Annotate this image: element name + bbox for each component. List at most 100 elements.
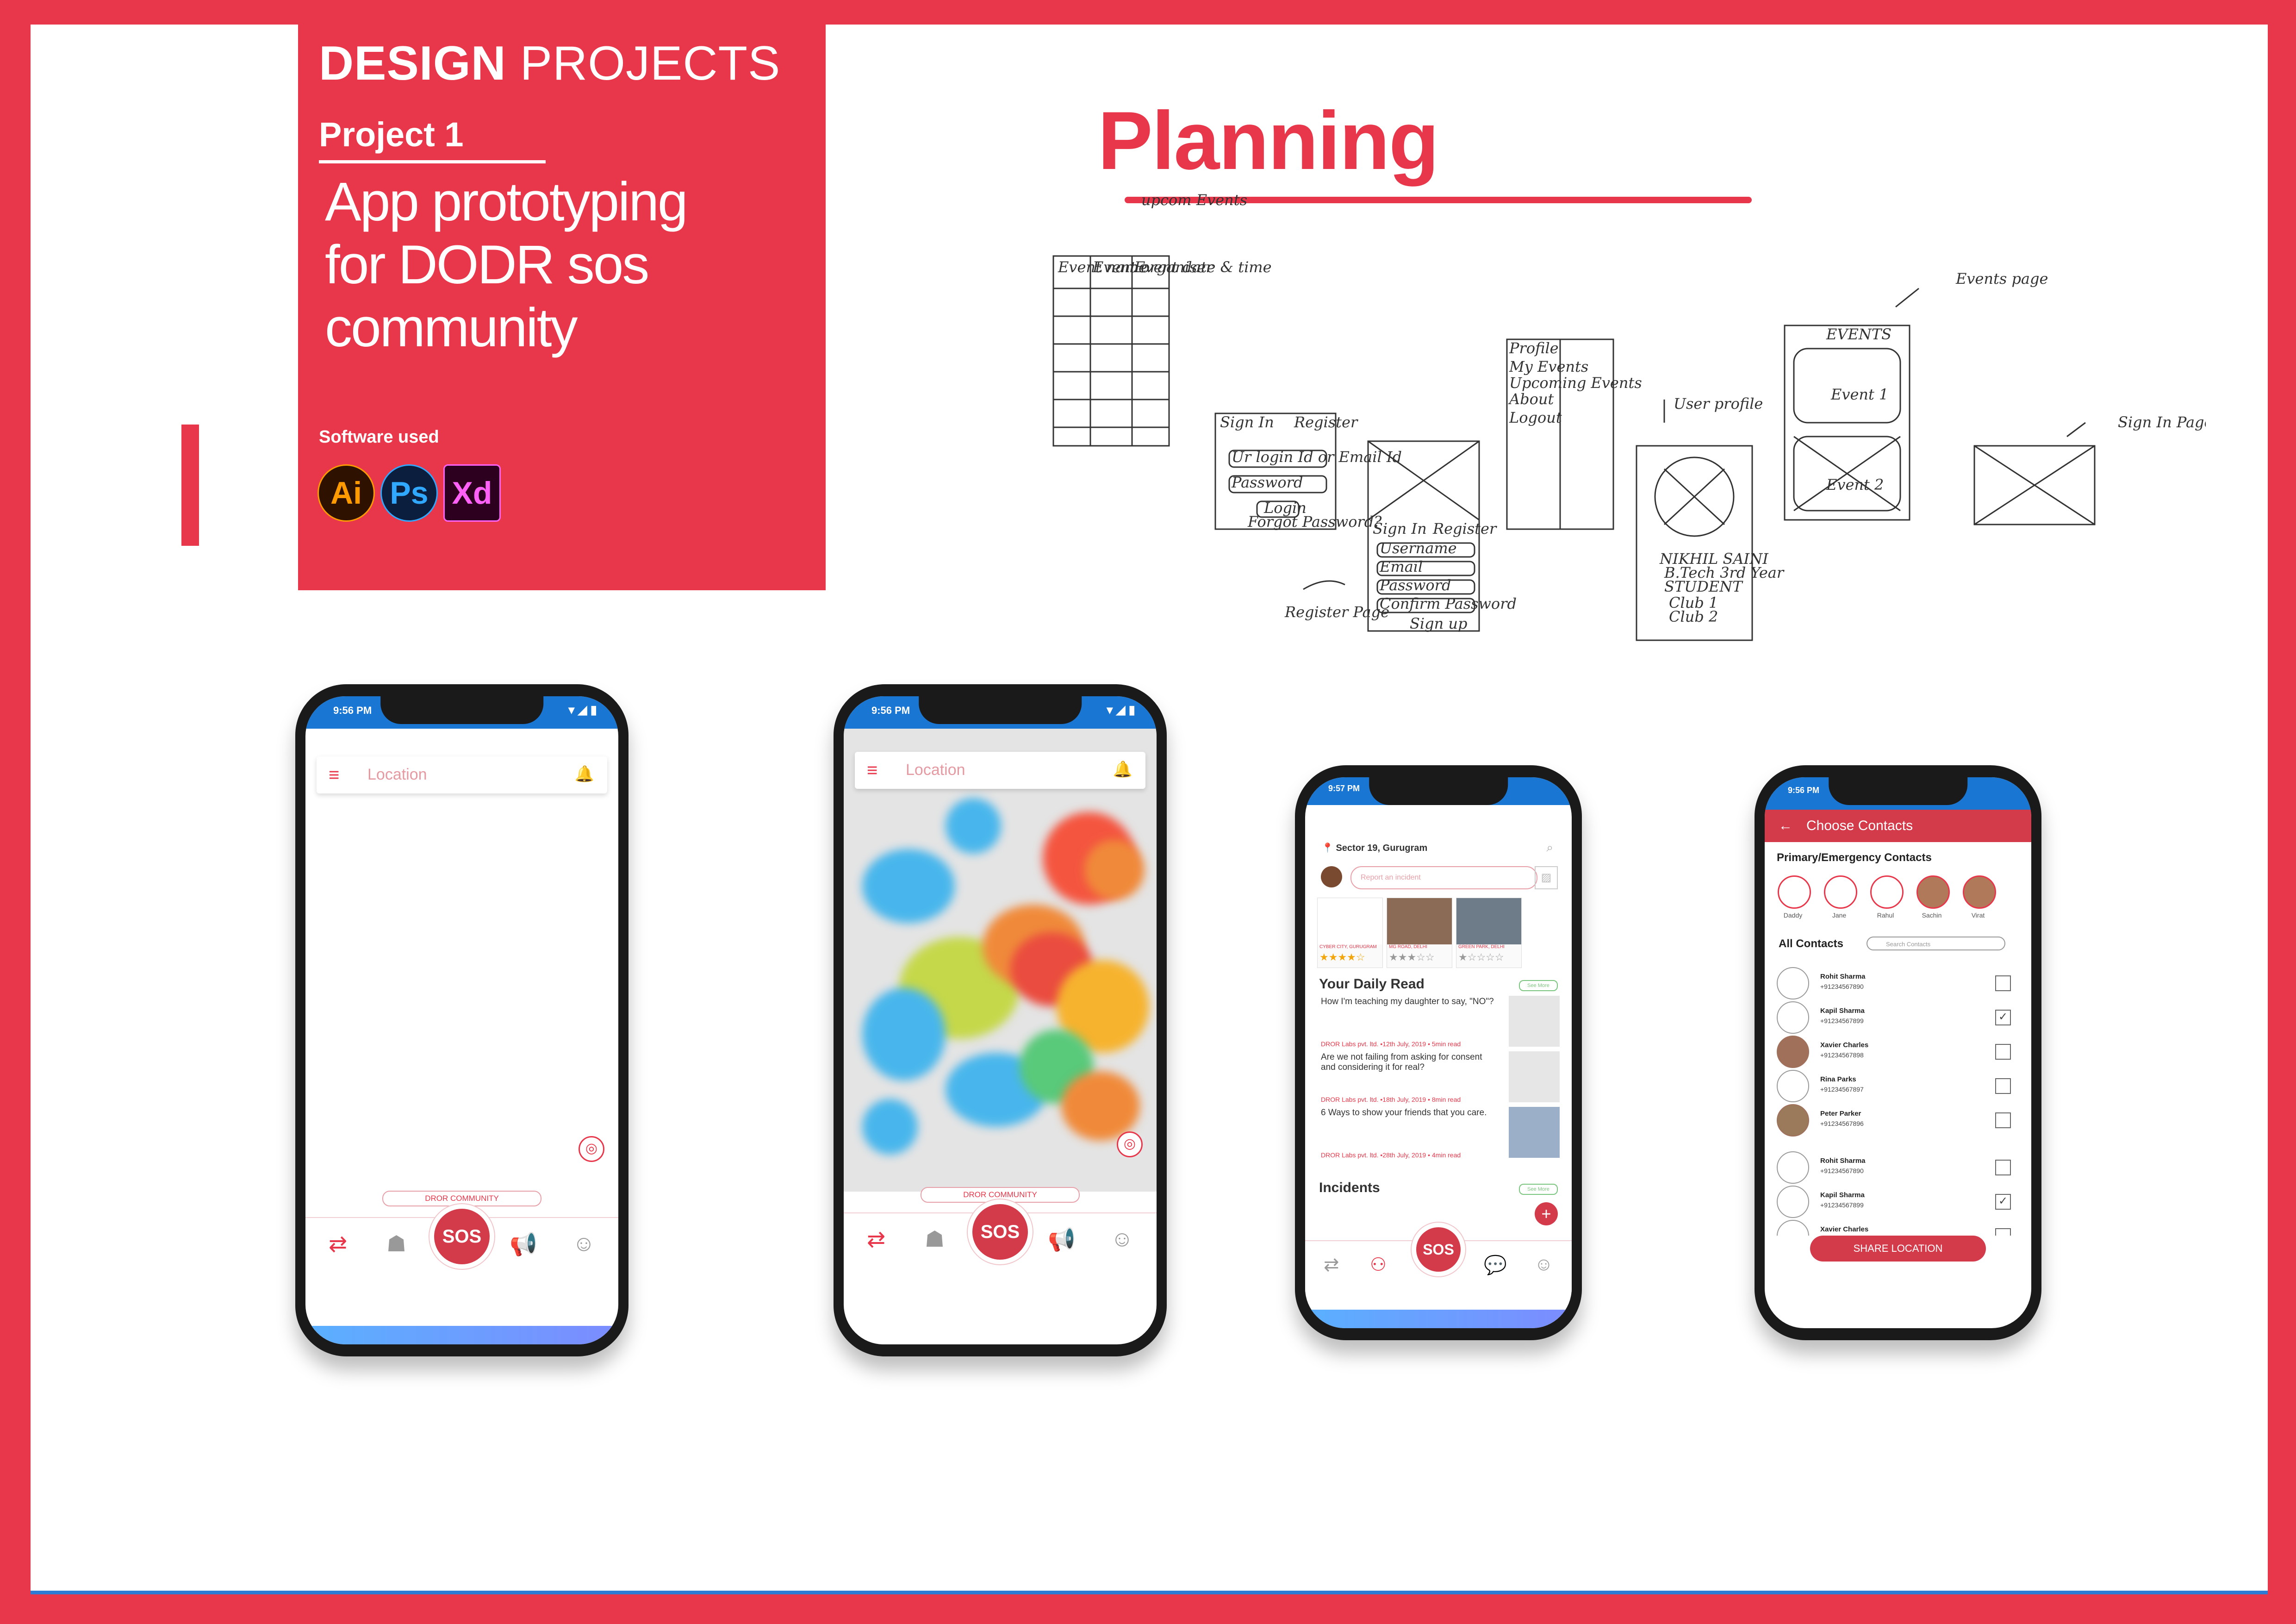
community-icon[interactable]: ☗ bbox=[386, 1231, 406, 1257]
phone-notch bbox=[1829, 777, 1967, 805]
route-icon[interactable]: ⇄ bbox=[867, 1226, 885, 1252]
svg-text:Event 2: Event 2 bbox=[1826, 476, 1884, 493]
svg-text:Ur login Id or Email Id: Ur login Id or Email Id bbox=[1232, 448, 1402, 466]
search-contacts-input[interactable]: Search Contacts bbox=[1867, 937, 2005, 950]
locate-me-icon[interactable]: ◎ bbox=[579, 1136, 604, 1162]
location-search-bar[interactable]: ≡ Location 🔔 bbox=[317, 756, 607, 793]
phone-mockup-contacts: 9:56 PM ← Choose Contacts Primary/Emerge… bbox=[1755, 765, 2041, 1340]
sos-button[interactable]: SOS bbox=[972, 1204, 1028, 1260]
contact-row[interactable]: Kapil Sharma +91234567899 ✓ bbox=[1777, 1186, 2019, 1218]
contact-checkbox[interactable] bbox=[1995, 1112, 2011, 1128]
project-label: Project 1 bbox=[319, 115, 464, 154]
article-thumbnail bbox=[1509, 996, 1560, 1047]
note-upcoming-events: upcom Events bbox=[1141, 191, 1247, 209]
route-icon[interactable]: ⇄ bbox=[329, 1231, 347, 1257]
area-rating-card[interactable]: MG ROAD, DELHI ★★★☆☆ bbox=[1387, 898, 1452, 968]
add-incident-button[interactable]: + bbox=[1535, 1202, 1558, 1225]
back-arrow-icon[interactable]: ← bbox=[1779, 818, 1792, 834]
svg-text:Register: Register bbox=[1294, 413, 1358, 431]
see-more-button[interactable]: See More bbox=[1519, 1184, 1558, 1195]
contact-checkbox[interactable] bbox=[1995, 1160, 2011, 1175]
contact-row[interactable]: Kapil Sharma +91234567899 ✓ bbox=[1777, 1001, 2019, 1034]
bell-icon[interactable]: 🔔 bbox=[1113, 760, 1132, 779]
profile-icon[interactable]: ☺ bbox=[1534, 1254, 1553, 1275]
wireframe-sketches: upcom Events Events page User profile Si… bbox=[1052, 191, 2206, 641]
article-title[interactable]: How I'm teaching my daughter to say, "NO… bbox=[1321, 997, 1497, 1007]
svg-text:Password: Password bbox=[1379, 576, 1451, 594]
planning-title: Planning bbox=[1098, 94, 1439, 187]
image-upload-icon[interactable]: ▨ bbox=[1535, 866, 1558, 889]
article-thumbnail bbox=[1509, 1107, 1560, 1158]
svg-text:Email: Email bbox=[1379, 558, 1423, 575]
area-rating-card[interactable]: GREEN PARK, DELHI ★☆☆☆☆ bbox=[1456, 898, 1522, 968]
area-rating-card[interactable]: CYBER CITY, GURUGRAM ★★★★☆ bbox=[1317, 898, 1383, 968]
svg-text:Confirm Password: Confirm Password bbox=[1380, 595, 1517, 612]
primary-contact-name: Sachin bbox=[1922, 912, 1942, 919]
contact-row[interactable]: Xavier Charles bbox=[1777, 1220, 2019, 1236]
contact-row[interactable]: Rina Parks +91234567897 bbox=[1777, 1070, 2019, 1102]
bottom-nav: ⇄ ☗ SOS 📢 ☺ bbox=[305, 1209, 618, 1278]
contact-checkbox[interactable]: ✓ bbox=[1995, 1010, 2011, 1025]
profile-icon[interactable]: ☺ bbox=[572, 1231, 595, 1256]
report-incident-input[interactable]: Report an incident bbox=[1350, 866, 1537, 889]
menu-icon[interactable]: ≡ bbox=[867, 760, 877, 781]
locate-me-icon[interactable]: ◎ bbox=[1117, 1131, 1143, 1157]
contact-row[interactable]: Peter Parker +91234567896 bbox=[1777, 1104, 2019, 1137]
primary-contacts-title: Primary/Emergency Contacts bbox=[1777, 851, 1932, 864]
avatar[interactable] bbox=[1321, 866, 1342, 887]
location-placeholder: Location bbox=[367, 766, 427, 783]
article-title[interactable]: 6 Ways to show your friends that you car… bbox=[1321, 1108, 1497, 1118]
contact-checkbox[interactable] bbox=[1995, 1078, 2011, 1094]
contact-checkbox[interactable] bbox=[1995, 1228, 2011, 1236]
phone-screen: 9:56 PM ← Choose Contacts Primary/Emerge… bbox=[1765, 777, 2031, 1328]
contact-row[interactable]: Rohit Sharma +91234567890 bbox=[1777, 967, 2019, 999]
community-icon[interactable]: ☗ bbox=[925, 1226, 945, 1252]
contact-checkbox[interactable] bbox=[1995, 975, 2011, 991]
svg-text:Sign In: Sign In bbox=[1373, 520, 1427, 537]
menu-icon[interactable]: ≡ bbox=[329, 765, 339, 786]
current-location[interactable]: 📍 Sector 19, Gurugram bbox=[1322, 842, 1427, 854]
phone-screen: 9:57 PM 📍 Sector 19, Gurugram ⌕ Report a… bbox=[1305, 777, 1572, 1328]
see-more-button[interactable]: See More bbox=[1519, 980, 1558, 991]
incidents-title: Incidents bbox=[1319, 1180, 1380, 1195]
route-icon[interactable]: ⇄ bbox=[1324, 1254, 1339, 1275]
phone-mockup-home: 9:56 PM ▾ ◢ ▮ ≡ Location 🔔 ◎ DROR COMMUNI… bbox=[295, 684, 628, 1356]
svg-text:Logout: Logout bbox=[1509, 409, 1562, 426]
search-icon[interactable]: ⌕ bbox=[1546, 840, 1553, 855]
primary-contact-avatar[interactable] bbox=[1870, 875, 1904, 909]
contact-checkbox[interactable]: ✓ bbox=[1995, 1194, 2011, 1210]
contact-checkbox[interactable] bbox=[1995, 1044, 2011, 1060]
heatmap[interactable] bbox=[844, 729, 1157, 1192]
app-bar: ← Choose Contacts bbox=[1765, 810, 2031, 842]
community-icon[interactable]: ⚇ bbox=[1370, 1254, 1387, 1275]
article-title[interactable]: Are we not failing from asking for conse… bbox=[1321, 1052, 1497, 1073]
primary-contact-avatar[interactable] bbox=[1824, 875, 1857, 909]
contact-row[interactable]: Xavier Charles +91234567898 bbox=[1777, 1036, 2019, 1068]
sos-button[interactable]: SOS bbox=[1416, 1227, 1461, 1272]
svg-text:STUDENT: STUDENT bbox=[1664, 578, 1743, 595]
sos-button[interactable]: SOS bbox=[434, 1209, 490, 1264]
svg-text:Event date & time: Event date & time bbox=[1134, 258, 1272, 276]
status-icons: ▾ ◢ ▮ bbox=[568, 703, 597, 717]
phone-mockup-heatmap: 9:56 PM ▾ ◢ ▮ ≡ Location 🔔 ◎ DROR COMMUNI… bbox=[834, 684, 1167, 1356]
phone-mockup-feed: 9:57 PM 📍 Sector 19, Gurugram ⌕ Report a… bbox=[1295, 765, 1582, 1340]
all-contacts-title: All Contacts bbox=[1779, 937, 1844, 950]
share-location-button[interactable]: SHARE LOCATION bbox=[1810, 1236, 1986, 1262]
primary-contact-avatar[interactable] bbox=[1963, 875, 1996, 909]
chat-icon[interactable]: 💬 bbox=[1484, 1254, 1507, 1276]
svg-text:Forgot Password?: Forgot Password? bbox=[1247, 513, 1382, 531]
location-search-bar[interactable]: ≡ Location 🔔 bbox=[855, 752, 1145, 789]
contact-row[interactable]: Rohit Sharma +91234567890 bbox=[1777, 1151, 2019, 1184]
page-title: DESIGN PROJECTS bbox=[319, 37, 781, 90]
primary-contact-avatar[interactable] bbox=[1778, 875, 1811, 909]
profile-icon[interactable]: ☺ bbox=[1111, 1226, 1133, 1252]
megaphone-icon[interactable]: 📢 bbox=[1048, 1226, 1076, 1253]
primary-contact-name: Virat bbox=[1971, 912, 1985, 919]
community-pill[interactable]: DROR COMMUNITY bbox=[382, 1191, 541, 1206]
sheet-bottom-edge bbox=[31, 1591, 2268, 1594]
bell-icon[interactable]: 🔔 bbox=[575, 765, 594, 783]
megaphone-icon[interactable]: 📢 bbox=[510, 1231, 537, 1257]
community-pill[interactable]: DROR COMMUNITY bbox=[921, 1187, 1080, 1203]
note-user-profile: User profile bbox=[1674, 395, 1763, 412]
primary-contact-avatar[interactable] bbox=[1916, 875, 1950, 909]
